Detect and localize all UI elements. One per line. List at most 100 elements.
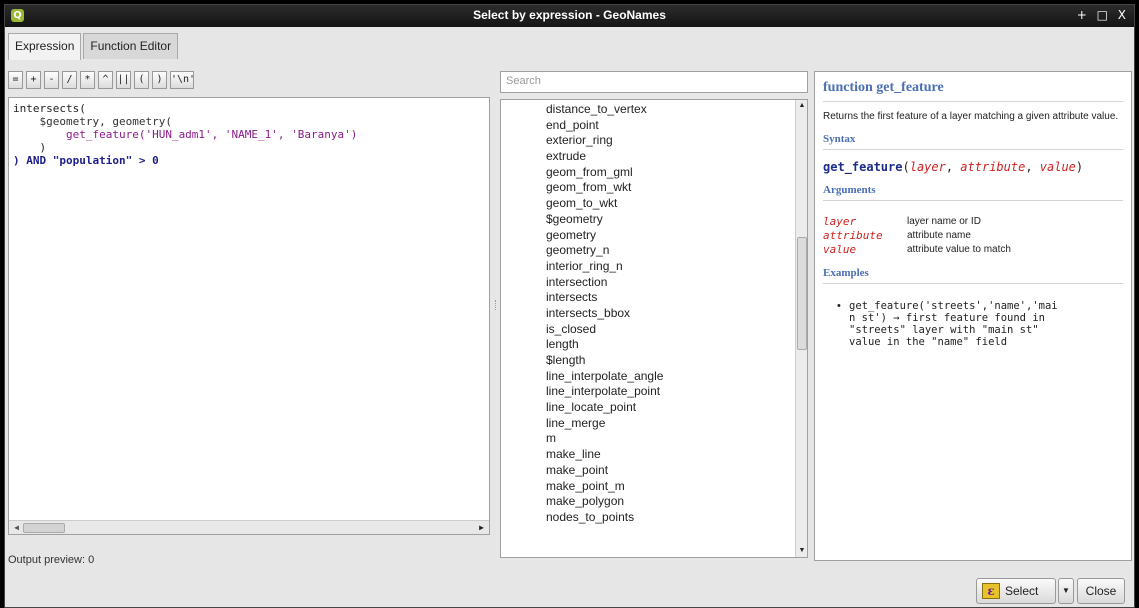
function-list-item[interactable]: geometry_n: [546, 243, 663, 259]
tab-function-editor[interactable]: Function Editor: [83, 33, 179, 59]
operator-toolbar: = + - / * ^ || ( ) '\n': [8, 71, 195, 89]
function-list-item[interactable]: intersects_bbox: [546, 306, 663, 322]
argument-name: layer: [823, 215, 857, 228]
function-list-items: distance_to_vertex end_point exterior_ring…: [546, 102, 663, 526]
examples-heading: Examples: [823, 267, 1123, 284]
syntax-function-name: get_feature: [823, 160, 903, 174]
function-list-item[interactable]: make_point: [546, 463, 663, 479]
syntax-arg: layer: [909, 160, 946, 174]
close-icon[interactable]: X: [1118, 8, 1126, 22]
editor-line: ): [13, 141, 485, 154]
editor-horizontal-scrollbar[interactable]: ◀ ▶: [9, 520, 489, 534]
function-list-item[interactable]: extrude: [546, 149, 663, 165]
close-paren-button[interactable]: ): [152, 71, 167, 89]
function-list-item[interactable]: exterior_ring: [546, 133, 663, 149]
function-list[interactable]: distance_to_vertex end_point exterior_ring…: [500, 99, 808, 558]
example-item: • get_feature('streets','name','mai n st…: [837, 300, 1123, 348]
select-dropdown-button[interactable]: ▼: [1058, 578, 1074, 604]
scroll-down-icon[interactable]: ▼: [797, 546, 807, 556]
plus-button[interactable]: +: [26, 71, 41, 89]
function-list-item[interactable]: make_line: [546, 447, 663, 463]
scroll-up-icon[interactable]: ▲: [797, 101, 807, 111]
syntax-arg: value: [1039, 160, 1076, 174]
newline-button[interactable]: '\n': [170, 71, 195, 89]
equals-button[interactable]: =: [8, 71, 23, 89]
editor-line-4: ): [13, 141, 47, 154]
expression-editor[interactable]: intersects( $geometry, geometry( get_fea…: [8, 97, 490, 535]
scroll-thumb[interactable]: [797, 237, 807, 350]
function-list-item[interactable]: length: [546, 337, 663, 353]
window-title: Select by expression - GeoNames: [473, 8, 666, 22]
function-list-scrollbar[interactable]: ▲ ▼: [795, 100, 807, 557]
editor-line-1: intersects(: [13, 102, 86, 115]
editor-line-5: ) AND "population" > 0: [13, 154, 159, 167]
argument-row: layer layer name or ID: [823, 215, 1123, 229]
function-list-item[interactable]: $length: [546, 353, 663, 369]
chevron-down-icon: ▼: [1062, 586, 1070, 595]
function-list-item[interactable]: line_interpolate_point: [546, 384, 663, 400]
function-list-item[interactable]: geom_from_gml: [546, 165, 663, 181]
editor-line-3: get_feature('HUN_adm1', 'NAME_1', 'Baran…: [13, 128, 358, 141]
function-list-item[interactable]: line_merge: [546, 416, 663, 432]
title-bar: Q Select by expression - GeoNames + □ X: [5, 5, 1134, 27]
scroll-thumb[interactable]: [23, 523, 65, 533]
concat-button[interactable]: ||: [116, 71, 131, 89]
search-input[interactable]: Search: [500, 71, 808, 93]
help-title: function get_feature: [823, 80, 1123, 102]
argument-name: value: [823, 243, 857, 256]
editor-line: get_feature('HUN_adm1', 'NAME_1', 'Baran…: [13, 128, 485, 141]
argument-desc: attribute value to match: [907, 244, 1011, 255]
select-button-label: Select: [1005, 584, 1039, 598]
select-button[interactable]: ε Select: [976, 578, 1056, 604]
output-preview: Output preview: 0: [8, 554, 95, 566]
divide-button[interactable]: /: [62, 71, 77, 89]
close-button[interactable]: Close: [1077, 578, 1125, 604]
function-list-item[interactable]: geometry: [546, 228, 663, 244]
function-list-item[interactable]: m: [546, 431, 663, 447]
open-paren-button[interactable]: (: [134, 71, 149, 89]
expression-pane: = + - / * ^ || ( ) '\n' intersects( $geo…: [8, 59, 490, 569]
scroll-left-icon[interactable]: ◀: [11, 522, 22, 533]
argument-row: value attribute value to match: [823, 243, 1123, 257]
tab-bar: Expression Function Editor: [8, 33, 180, 60]
function-list-item[interactable]: line_interpolate_angle: [546, 369, 663, 385]
syntax-signature: get_feature(layer, attribute, value): [823, 160, 1084, 174]
function-list-item[interactable]: distance_to_vertex: [546, 102, 663, 118]
example-text: get_feature('streets','name','mai n st')…: [849, 300, 1058, 348]
help-panel: function get_feature Returns the first f…: [814, 71, 1132, 561]
pin-icon[interactable]: +: [1077, 8, 1087, 22]
argument-desc: attribute name: [907, 230, 971, 241]
scroll-right-icon[interactable]: ▶: [476, 522, 487, 533]
argument-row: attribute attribute name: [823, 229, 1123, 243]
argument-name: attribute: [823, 229, 883, 242]
window-controls: + □ X: [1071, 8, 1126, 22]
function-list-item[interactable]: line_locate_point: [546, 400, 663, 416]
editor-line: intersects(: [13, 102, 485, 115]
arguments-heading: Arguments: [823, 184, 1123, 201]
function-list-item[interactable]: make_polygon: [546, 494, 663, 510]
function-list-item[interactable]: intersection: [546, 275, 663, 291]
function-list-item[interactable]: geom_to_wkt: [546, 196, 663, 212]
multiply-button[interactable]: *: [80, 71, 95, 89]
maximize-icon[interactable]: □: [1097, 8, 1108, 22]
function-list-item[interactable]: make_point_m: [546, 479, 663, 495]
function-list-item[interactable]: end_point: [546, 118, 663, 134]
minus-button[interactable]: -: [44, 71, 59, 89]
function-list-item[interactable]: is_closed: [546, 322, 663, 338]
editor-line-2: $geometry, geometry(: [13, 115, 172, 128]
function-list-item[interactable]: intersects: [546, 290, 663, 306]
function-list-item[interactable]: geom_from_wkt: [546, 180, 663, 196]
editor-line: ) AND "population" > 0: [13, 154, 485, 167]
help-description: Returns the first feature of a layer mat…: [823, 111, 1119, 122]
syntax-heading: Syntax: [823, 133, 1123, 150]
power-button[interactable]: ^: [98, 71, 113, 89]
arguments-list: layer layer name or ID attribute attribute…: [823, 215, 1123, 257]
function-list-item[interactable]: $geometry: [546, 212, 663, 228]
splitter-handle[interactable]: [495, 300, 499, 310]
bullet-icon: •: [837, 300, 841, 312]
function-list-item[interactable]: nodes_to_points: [546, 510, 663, 526]
select-expression-icon: ε: [982, 583, 1000, 599]
function-list-item[interactable]: interior_ring_n: [546, 259, 663, 275]
tab-expression[interactable]: Expression: [8, 33, 82, 60]
editor-line: $geometry, geometry(: [13, 115, 485, 128]
